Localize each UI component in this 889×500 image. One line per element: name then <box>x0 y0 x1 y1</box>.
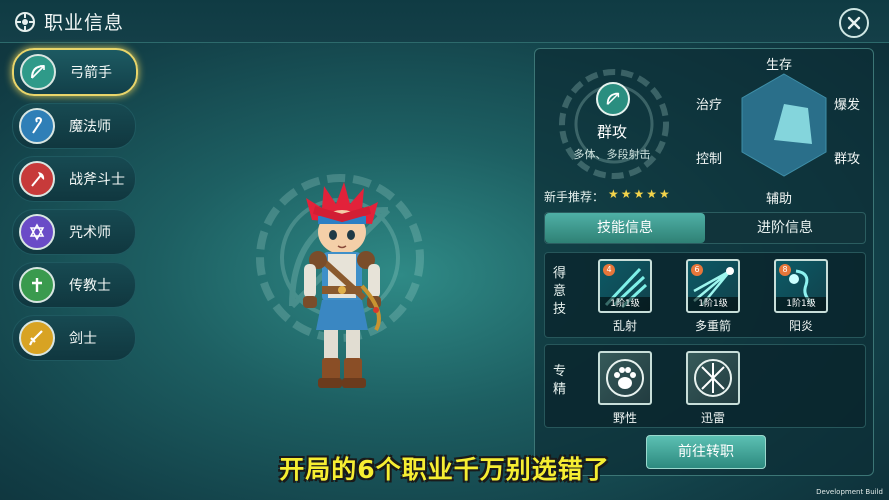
close-icon <box>847 16 861 30</box>
hexagram-icon <box>19 214 55 250</box>
bow-icon <box>20 54 56 90</box>
skill-num-badge: 8 <box>779 264 791 276</box>
signature-skills-section: 得意技 4 1阶1级 乱射 6 1阶1级 多重箭 8 1阶1级 阳炎 <box>544 252 866 338</box>
spec-name: 野性 <box>612 411 637 425</box>
top-bar: 职业信息 <box>0 0 889 43</box>
paw-icon <box>598 351 652 405</box>
class-label: 咒术师 <box>69 225 111 241</box>
skill-scatter-shot-icon: 4 1阶1级 <box>598 259 652 313</box>
radar-label-control: 控制 <box>696 152 723 167</box>
radar-label-healing: 治疗 <box>696 98 723 113</box>
skill-level: 1阶1级 <box>776 297 826 311</box>
class-label: 弓箭手 <box>70 65 112 81</box>
class-item-archer[interactable]: 弓箭手 <box>12 48 138 96</box>
class-label: 剑士 <box>69 331 97 347</box>
axe-icon <box>19 161 55 197</box>
beginner-recommend-label: 新手推荐： <box>544 190 605 204</box>
skill-name: 阳炎 <box>788 319 813 333</box>
cross-icon <box>19 267 55 303</box>
staff-icon <box>19 108 55 144</box>
bow-icon <box>596 82 630 116</box>
close-button[interactable] <box>839 8 869 38</box>
development-build-label: Development Build <box>816 488 883 496</box>
tab-advance-info[interactable]: 进阶信息 <box>705 213 865 243</box>
skill-item[interactable]: 6 1阶1级 多重箭 <box>685 259 741 334</box>
page-title: 职业信息 <box>44 12 125 34</box>
radar-label-aoe: 群攻 <box>834 152 861 167</box>
specialization-section: 专精 野性 迅雷 <box>544 344 866 428</box>
class-item-axe-fighter[interactable]: 战斧斗士 <box>12 156 136 202</box>
spec-item[interactable]: 野性 <box>597 351 653 426</box>
class-item-mage[interactable]: 魔法师 <box>12 103 136 149</box>
sword-icon <box>19 320 55 356</box>
spec-item[interactable]: 迅雷 <box>685 351 741 426</box>
tab-skill-info[interactable]: 技能信息 <box>545 213 705 243</box>
class-item-warlock[interactable]: 咒术师 <box>12 209 136 255</box>
title-wrap: 职业信息 <box>14 8 124 35</box>
skill-num-badge: 6 <box>691 264 703 276</box>
class-label: 传教士 <box>69 278 111 294</box>
spec-name: 迅雷 <box>700 411 725 425</box>
role-name: 群攻 <box>596 123 627 141</box>
settings-emblem-icon <box>15 11 35 32</box>
class-list: 弓箭手 魔法师 战斧斗士 咒术师 传教士 剑士 <box>12 48 138 368</box>
skill-solar-flame-icon: 8 1阶1级 <box>774 259 828 313</box>
skill-multishot-icon: 6 1阶1级 <box>686 259 740 313</box>
recommend-stars: ★★★★★ <box>608 187 672 201</box>
radar-label-burst: 爆发 <box>834 98 861 113</box>
skill-num-badge: 4 <box>603 264 615 276</box>
radar-label-survival: 生存 <box>766 58 793 73</box>
section-label: 专精 <box>553 364 567 397</box>
role-description: 多体、多段射击 <box>573 148 651 161</box>
section-label: 得意技 <box>553 266 567 317</box>
radar-label-support: 辅助 <box>766 192 793 207</box>
info-tabs: 技能信息 进阶信息 <box>544 212 866 244</box>
class-item-swordsman[interactable]: 剑士 <box>12 315 136 361</box>
video-subtitle: 开局的6个职业千万别选错了 <box>279 455 610 484</box>
skill-level: 1阶1级 <box>600 297 650 311</box>
skill-item[interactable]: 8 1阶1级 阳炎 <box>773 259 829 334</box>
skill-name: 多重箭 <box>694 319 731 333</box>
class-label: 战斧斗士 <box>69 172 125 188</box>
class-item-priest[interactable]: 传教士 <box>12 262 136 308</box>
archer-character <box>303 182 381 388</box>
skill-name: 乱射 <box>612 319 637 333</box>
skill-item[interactable]: 4 1阶1级 乱射 <box>597 259 653 334</box>
skill-level: 1阶1级 <box>688 297 738 311</box>
arrows-icon <box>686 351 740 405</box>
class-label: 魔法师 <box>69 119 111 135</box>
attribute-radar: 生存 治疗 爆发 控制 群攻 辅助 <box>696 56 866 207</box>
